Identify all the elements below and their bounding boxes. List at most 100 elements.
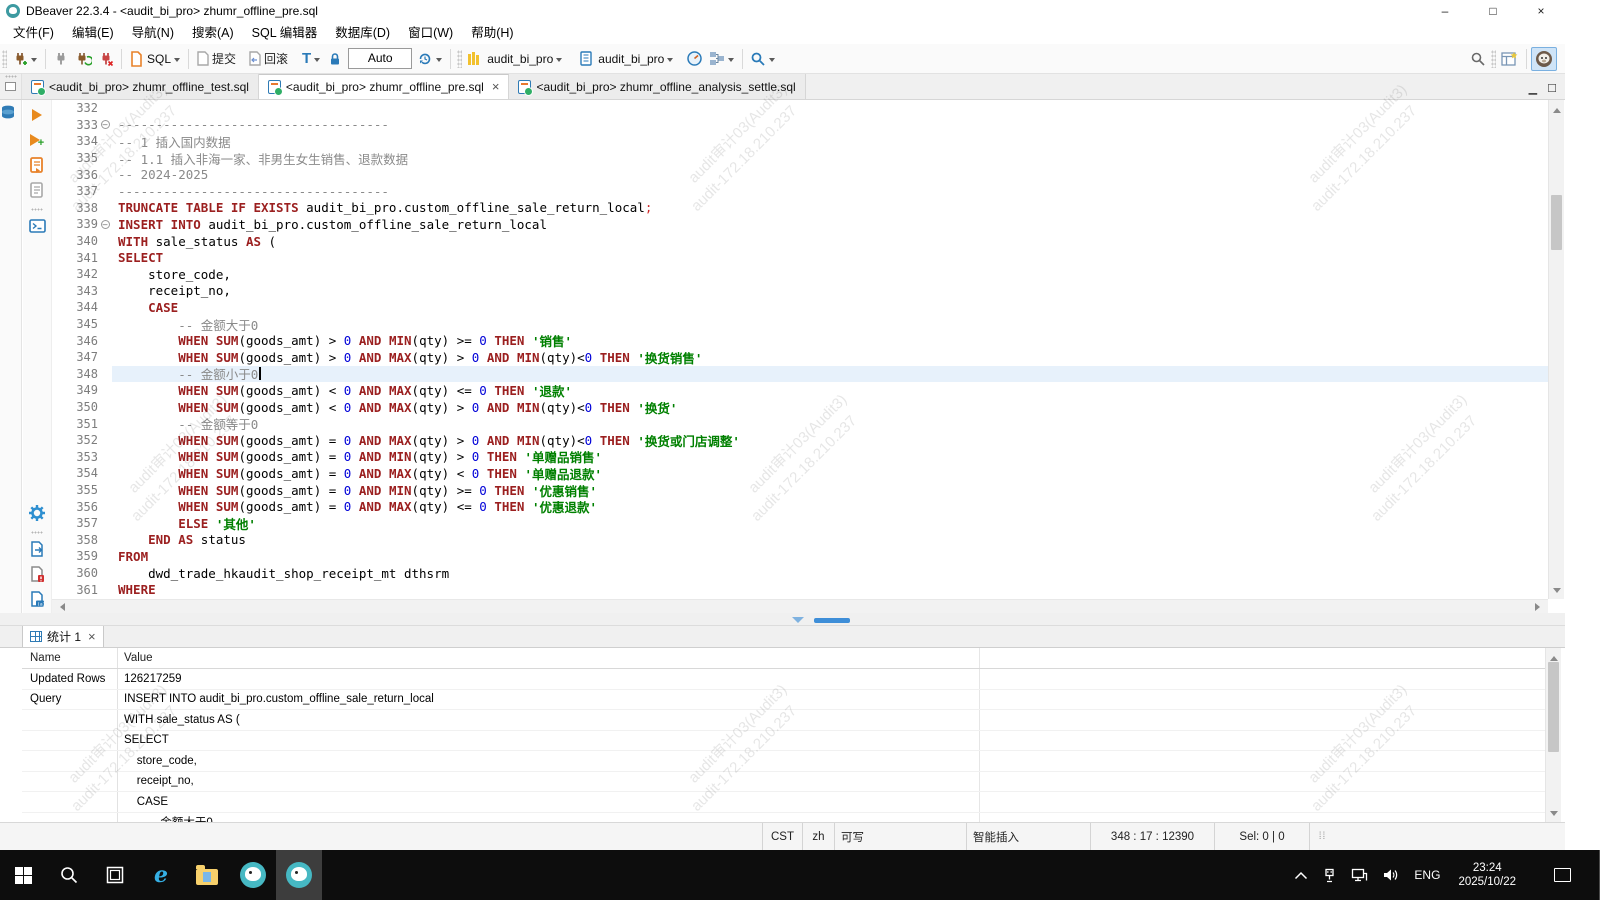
- status-drag-handle[interactable]: ⁞⁞: [1309, 823, 1335, 850]
- execution-plan-button[interactable]: [706, 47, 738, 71]
- code-line[interactable]: 352 WHEN SUM(goods_amt) = 0 AND MAX(qty)…: [52, 432, 1548, 449]
- menu-item[interactable]: 数据库(D): [326, 23, 399, 43]
- fold-collapse-icon[interactable]: –: [101, 120, 110, 129]
- code-line[interactable]: 354 WHEN SUM(goods_amt) = 0 AND MAX(qty)…: [52, 465, 1548, 482]
- maximize-view-icon[interactable]: ☐: [1547, 82, 1557, 95]
- transaction-history-button[interactable]: [414, 47, 446, 71]
- stats-row[interactable]: SELECT: [22, 731, 1545, 752]
- stats-row[interactable]: receipt_no,: [22, 772, 1545, 793]
- code-line[interactable]: 361WHERE: [52, 581, 1548, 598]
- editor-tab[interactable]: <audit_bi_pro> zhumr_offline_pre.sql×: [259, 74, 510, 99]
- execute-script-button[interactable]: [26, 154, 48, 176]
- menu-item[interactable]: SQL 编辑器: [243, 23, 327, 43]
- commit-mode-combo[interactable]: Auto: [348, 48, 412, 69]
- execute-statement-button[interactable]: [26, 104, 48, 126]
- input-language[interactable]: ENG: [1414, 868, 1440, 882]
- action-center-icon[interactable]: [1554, 868, 1571, 882]
- stats-row[interactable]: -- 金额大于0: [22, 813, 1545, 823]
- menu-item[interactable]: 编辑(E): [63, 23, 123, 43]
- code-line[interactable]: 338TRUNCATE TABLE IF EXISTS audit_bi_pro…: [52, 200, 1548, 217]
- scroll-up-icon[interactable]: [1550, 652, 1558, 661]
- code-line[interactable]: 357 ELSE '其他': [52, 515, 1548, 532]
- code-line[interactable]: 344 CASE: [52, 299, 1548, 316]
- code-line[interactable]: 356 WHEN SUM(goods_amt) = 0 AND MAX(qty)…: [52, 498, 1548, 515]
- code-line[interactable]: 336-- 2024-2025: [52, 166, 1548, 183]
- code-line[interactable]: 341SELECT: [52, 249, 1548, 266]
- code-line[interactable]: 335-- 1.1 插入非海一家、非男生女生销售、退款数据: [52, 150, 1548, 167]
- stats-row[interactable]: QueryINSERT INTO audit_bi_pro.custom_off…: [22, 690, 1545, 711]
- dbeaver-perspective-button[interactable]: [1531, 47, 1557, 71]
- stats-tab[interactable]: 统计 1 ×: [22, 626, 104, 647]
- restore-panel-icon[interactable]: [5, 82, 16, 91]
- maximize-button[interactable]: □: [1469, 0, 1517, 22]
- panel-splitter[interactable]: [0, 613, 1565, 626]
- minimize-button[interactable]: –: [1421, 0, 1469, 22]
- execute-new-tab-button[interactable]: +: [26, 129, 48, 151]
- code-editor[interactable]: 332333–---------------------------------…: [52, 100, 1548, 599]
- code-line[interactable]: 347 WHEN SUM(goods_amt) > 0 AND MAX(qty)…: [52, 349, 1548, 366]
- connect-button[interactable]: [9, 47, 41, 71]
- database-selector[interactable]: audit_bi_pro: [464, 47, 566, 71]
- code-line[interactable]: 353 WHEN SUM(goods_amt) = 0 AND MIN(qty)…: [52, 449, 1548, 466]
- settings-button[interactable]: [26, 502, 48, 524]
- volume-tray-button[interactable]: [1382, 868, 1399, 882]
- minimize-view-icon[interactable]: ▁: [1529, 82, 1537, 95]
- dashboard-button[interactable]: [683, 47, 706, 71]
- stats-row[interactable]: CASE: [22, 792, 1545, 813]
- code-line[interactable]: 351 -- 金额等于0: [52, 415, 1548, 432]
- results-vscrollbar[interactable]: [1545, 648, 1561, 822]
- open-terminal-button[interactable]: [26, 215, 48, 237]
- db-navigator-icon[interactable]: [0, 104, 16, 120]
- transaction-log-button[interactable]: T: [299, 47, 324, 71]
- scroll-down-icon[interactable]: [1553, 588, 1561, 597]
- code-line[interactable]: 333–------------------------------------: [52, 117, 1548, 134]
- task-view-button[interactable]: [92, 850, 138, 900]
- rollback-button[interactable]: 回滚: [245, 47, 291, 71]
- editor-tab[interactable]: <audit_bi_pro> zhumr_offline_test.sql: [22, 74, 259, 99]
- tray-chevron-button[interactable]: [1294, 871, 1308, 880]
- scroll-down-icon[interactable]: [1550, 811, 1558, 820]
- editor-hscrollbar[interactable]: [52, 599, 1548, 613]
- code-line[interactable]: 340WITH sale_status AS (: [52, 233, 1548, 250]
- stats-row[interactable]: store_code,: [22, 751, 1545, 772]
- code-line[interactable]: 355 WHEN SUM(goods_amt) = 0 AND MIN(qty)…: [52, 482, 1548, 499]
- scrollbar-thumb[interactable]: [1551, 195, 1562, 250]
- scroll-left-icon[interactable]: [56, 603, 65, 611]
- disconnect-button[interactable]: [50, 47, 72, 71]
- sash-maximize-icon[interactable]: [814, 618, 850, 623]
- taskbar-clock[interactable]: 23:24 2025/10/22: [1458, 861, 1516, 889]
- kill-connection-button[interactable]: [95, 47, 117, 71]
- close-tab-icon[interactable]: ×: [492, 81, 500, 93]
- export-result-button[interactable]: [26, 538, 48, 560]
- editor-vscrollbar[interactable]: [1548, 100, 1564, 599]
- code-line[interactable]: 349 WHEN SUM(goods_amt) < 0 AND MAX(qty)…: [52, 382, 1548, 399]
- scroll-up-icon[interactable]: [1553, 104, 1561, 113]
- col-header-name[interactable]: Name: [22, 648, 118, 668]
- search-metadata-button[interactable]: [747, 47, 779, 71]
- code-line[interactable]: 360 dwd_trade_hkaudit_shop_receipt_mt dt…: [52, 565, 1548, 582]
- script-variables-button[interactable]: (a): [26, 588, 48, 610]
- code-line[interactable]: 348 -- 金额小于0: [52, 366, 1548, 383]
- close-tab-icon[interactable]: ×: [88, 631, 96, 643]
- sql-editor-button[interactable]: SQL: [126, 47, 184, 71]
- schema-selector[interactable]: audit_bi_pro: [576, 47, 677, 71]
- code-line[interactable]: 342 store_code,: [52, 266, 1548, 283]
- drag-handle-icon[interactable]: [5, 75, 17, 78]
- reconnect-button[interactable]: [72, 47, 95, 71]
- sash-restore-icon[interactable]: [792, 617, 804, 623]
- code-line[interactable]: 337------------------------------------: [52, 183, 1548, 200]
- start-button[interactable]: [0, 850, 46, 900]
- code-line[interactable]: 332: [52, 100, 1548, 117]
- open-perspective-button[interactable]: [1498, 47, 1522, 71]
- menu-item[interactable]: 文件(F): [4, 23, 63, 43]
- commit-button[interactable]: 提交: [193, 47, 239, 71]
- dbeaver-taskbar-button-active[interactable]: [276, 850, 322, 900]
- col-header-value[interactable]: Value: [118, 648, 980, 668]
- scrollbar-thumb[interactable]: [1548, 662, 1559, 752]
- code-line[interactable]: 339–INSERT INTO audit_bi_pro.custom_offl…: [52, 216, 1548, 233]
- usb-tray-button[interactable]: [1322, 868, 1337, 883]
- scroll-right-icon[interactable]: [1535, 603, 1544, 611]
- internet-explorer-button[interactable]: e: [138, 850, 184, 900]
- stats-row[interactable]: Updated Rows126217259: [22, 669, 1545, 690]
- fold-collapse-icon[interactable]: –: [101, 220, 110, 229]
